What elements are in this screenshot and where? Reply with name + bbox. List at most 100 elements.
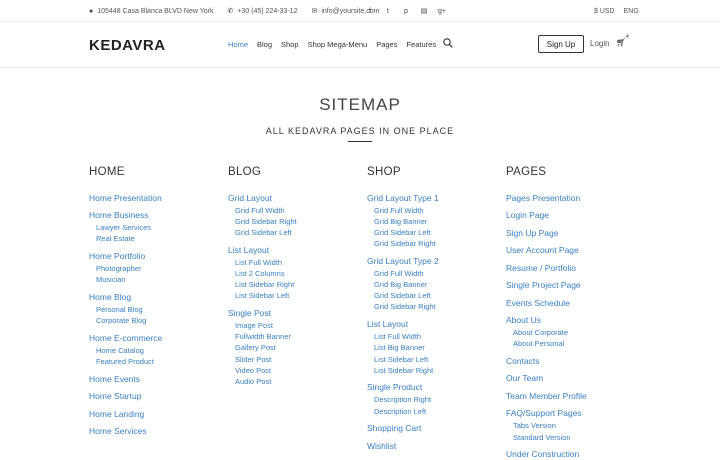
sitemap-link[interactable]: About Us: [506, 314, 636, 326]
sitemap-sublink[interactable]: Home Catalog: [89, 345, 219, 356]
sitemap-sublist: List Full Width List Big Banner List Sideb…: [367, 331, 497, 376]
sitemap-sublink[interactable]: About Personal: [506, 338, 636, 349]
sitemap-sublink[interactable]: Description Right: [367, 394, 497, 405]
sitemap-link[interactable]: Wishlist: [367, 440, 497, 452]
sitemap-link[interactable]: Contacts: [506, 355, 636, 367]
sitemap-link[interactable]: Resume / Portfolio: [506, 262, 636, 274]
sitemap-sublink[interactable]: List Full Width: [367, 331, 497, 342]
twitter-icon[interactable]: t: [379, 8, 397, 15]
sitemap-sublink[interactable]: Grid Full Width: [228, 205, 358, 216]
nav-item-features[interactable]: Features: [406, 40, 436, 49]
sitemap-link[interactable]: Login Page: [506, 209, 636, 221]
sitemap-sublink[interactable]: Description Left: [367, 406, 497, 417]
location-pin-icon: ●: [89, 7, 94, 15]
sitemap-sublink[interactable]: Video Post: [228, 365, 358, 376]
sitemap-sublink[interactable]: List Big Banner: [367, 342, 497, 353]
sitemap-sublink[interactable]: Grid Sidebar Left: [367, 290, 497, 301]
main-navbar: KEDAVRA Home Blog Shop Shop Mega-Menu Pages F…: [0, 22, 720, 68]
currency-select[interactable]: $ USD: [594, 8, 615, 15]
sitemap-link[interactable]: Events Schedule: [506, 297, 636, 309]
sitemap-sublink[interactable]: Slider Post: [228, 354, 358, 365]
logo[interactable]: KEDAVRA: [89, 37, 166, 54]
pinterest-icon[interactable]: p: [397, 8, 415, 15]
nav-item-blog[interactable]: Blog: [257, 40, 272, 49]
sitemap-sublink[interactable]: Photographer: [89, 263, 219, 274]
vk-icon[interactable]: ▤: [415, 7, 433, 15]
sitemap-sublink[interactable]: Tabs Version: [506, 420, 636, 431]
sitemap-sublink[interactable]: Standard Version: [506, 432, 636, 443]
sitemap-link[interactable]: List Layout: [367, 318, 497, 330]
sitemap-link[interactable]: Home E-commerce: [89, 332, 219, 344]
column-heading: SHOP: [367, 166, 401, 178]
sitemap-link[interactable]: Pages Presentation: [506, 192, 636, 204]
sitemap-link[interactable]: Home Portfolio: [89, 250, 219, 262]
sitemap-sublink[interactable]: List Sidebar Right: [228, 279, 358, 290]
cart-count-badge: 4: [626, 34, 629, 40]
sitemap-link[interactable]: Sign Up Page: [506, 227, 636, 239]
phone-icon: ✆: [227, 8, 234, 15]
sign-up-button[interactable]: Sign Up: [538, 35, 584, 53]
sitemap-sublink[interactable]: Featured Product: [89, 356, 219, 367]
sitemap-sublink[interactable]: Grid Full Width: [367, 268, 497, 279]
sitemap-sublink[interactable]: Grid Sidebar Right: [367, 238, 497, 249]
sitemap-sublink[interactable]: Audio Post: [228, 376, 358, 387]
title-underline: [348, 141, 372, 142]
sitemap-sublink[interactable]: Real Estate: [89, 233, 219, 244]
sitemap-link[interactable]: Our Team: [506, 372, 636, 384]
language-select[interactable]: ENG: [624, 8, 639, 15]
nav-item-pages[interactable]: Pages: [376, 40, 397, 49]
sitemap-sublink[interactable]: Fullwidth Banner: [228, 331, 358, 342]
sitemap-sublink[interactable]: Image Post: [228, 320, 358, 331]
sitemap-link[interactable]: FAQ/Support Pages: [506, 407, 636, 419]
sitemap-sublink[interactable]: About Corporate: [506, 327, 636, 338]
sitemap-sublink[interactable]: List Full Width: [228, 257, 358, 268]
sitemap-sublink[interactable]: Grid Sidebar Right: [367, 301, 497, 312]
sitemap-sublink[interactable]: Grid Full Width: [367, 205, 497, 216]
nav-item-home[interactable]: Home: [228, 40, 248, 49]
sitemap-sublink[interactable]: Musician: [89, 274, 219, 285]
sitemap-link[interactable]: Home Startup: [89, 390, 219, 402]
sitemap-link[interactable]: Home Events: [89, 373, 219, 385]
sitemap-link[interactable]: Single Product: [367, 381, 497, 393]
sitemap-link[interactable]: Grid Layout: [228, 192, 358, 204]
sitemap-sublink[interactable]: Grid Sidebar Right: [228, 216, 358, 227]
cart-icon[interactable]: 🛒︎: [616, 38, 626, 47]
sitemap-link[interactable]: Home Services: [89, 425, 219, 437]
sitemap-link[interactable]: Home Blog: [89, 291, 219, 303]
sitemap-sublist: Photographer Musician: [89, 263, 219, 285]
sitemap-link[interactable]: Home Landing: [89, 408, 219, 420]
login-link[interactable]: Login: [590, 39, 610, 48]
nav-item-shop[interactable]: Shop: [281, 40, 299, 49]
facebook-icon[interactable]: f: [361, 8, 379, 15]
phone[interactable]: ✆ +30 (45) 224-33-12: [227, 7, 297, 16]
sitemap-sublink[interactable]: Grid Big Banner: [367, 279, 497, 290]
google-plus-icon[interactable]: g+: [433, 8, 451, 15]
nav-item-shop-mega-menu[interactable]: Shop Mega-Menu: [308, 40, 368, 49]
sitemap-link[interactable]: Home Business: [89, 209, 219, 221]
sitemap-sublink[interactable]: List Sidebar Right: [367, 365, 497, 376]
sitemap-sublink[interactable]: Grid Sidebar Left: [367, 227, 497, 238]
main-menu: Home Blog Shop Shop Mega-Menu Pages Features: [228, 40, 445, 49]
sitemap-sublink[interactable]: Lawyer Services: [89, 222, 219, 233]
sitemap-link[interactable]: Single Post: [228, 307, 358, 319]
sitemap-link[interactable]: Team Member Profile: [506, 390, 636, 402]
sitemap-link[interactable]: User Account Page: [506, 244, 636, 256]
sitemap-sublink[interactable]: List Sidebar Left: [367, 354, 497, 365]
sitemap-link[interactable]: Grid Layout Type 2: [367, 255, 497, 267]
sitemap-link[interactable]: List Layout: [228, 244, 358, 256]
sitemap-sublink[interactable]: List Sidebar Left: [228, 290, 358, 301]
sitemap-sublink[interactable]: Corporate Blog: [89, 315, 219, 326]
search-icon[interactable]: [443, 38, 453, 48]
sitemap-link[interactable]: Grid Layout Type 1: [367, 192, 497, 204]
sitemap-column-pages: PAGES Pages Presentation Login Page Sign Up…: [506, 166, 636, 460]
sitemap-link[interactable]: Single Project Page: [506, 279, 636, 291]
sitemap-sublink[interactable]: Grid Big Banner: [367, 216, 497, 227]
sitemap-link[interactable]: Under Construction: [506, 448, 636, 460]
sitemap-sublink[interactable]: Gallery Post: [228, 342, 358, 353]
sitemap-link[interactable]: Home Presentation: [89, 192, 219, 204]
contact-info: ● 105448 Casa Blanca BLVD New York ✆ +30…: [89, 0, 393, 22]
sitemap-link[interactable]: Shopping Cart: [367, 422, 497, 434]
sitemap-sublink[interactable]: Personal Blog: [89, 304, 219, 315]
sitemap-sublink[interactable]: List 2 Columns: [228, 268, 358, 279]
sitemap-sublink[interactable]: Grid Sidebar Left: [228, 227, 358, 238]
